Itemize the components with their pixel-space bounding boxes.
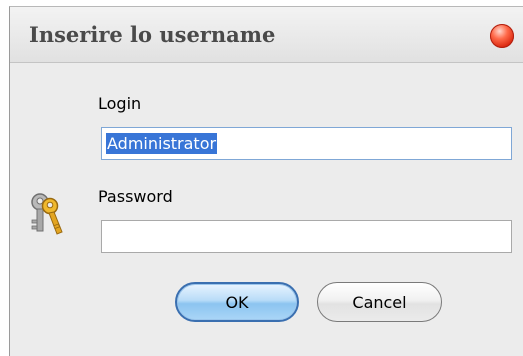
login-input-value: Administrator [106,133,218,154]
login-input[interactable]: Administrator [101,127,512,160]
cancel-button[interactable]: Cancel [317,282,442,322]
dialog-title: Inserire lo username [29,22,276,47]
dialog-titlebar[interactable]: Inserire lo username [10,7,523,63]
cancel-button-label: Cancel [352,292,407,312]
password-input[interactable] [101,220,512,253]
ok-button[interactable]: OK [175,282,299,322]
ok-button-label: OK [225,292,249,312]
login-label: Login [98,94,142,113]
login-dialog: Inserire lo username Login Administrator… [9,6,523,356]
keys-icon [31,193,63,235]
close-icon[interactable] [490,24,514,48]
password-label: Password [98,187,173,206]
